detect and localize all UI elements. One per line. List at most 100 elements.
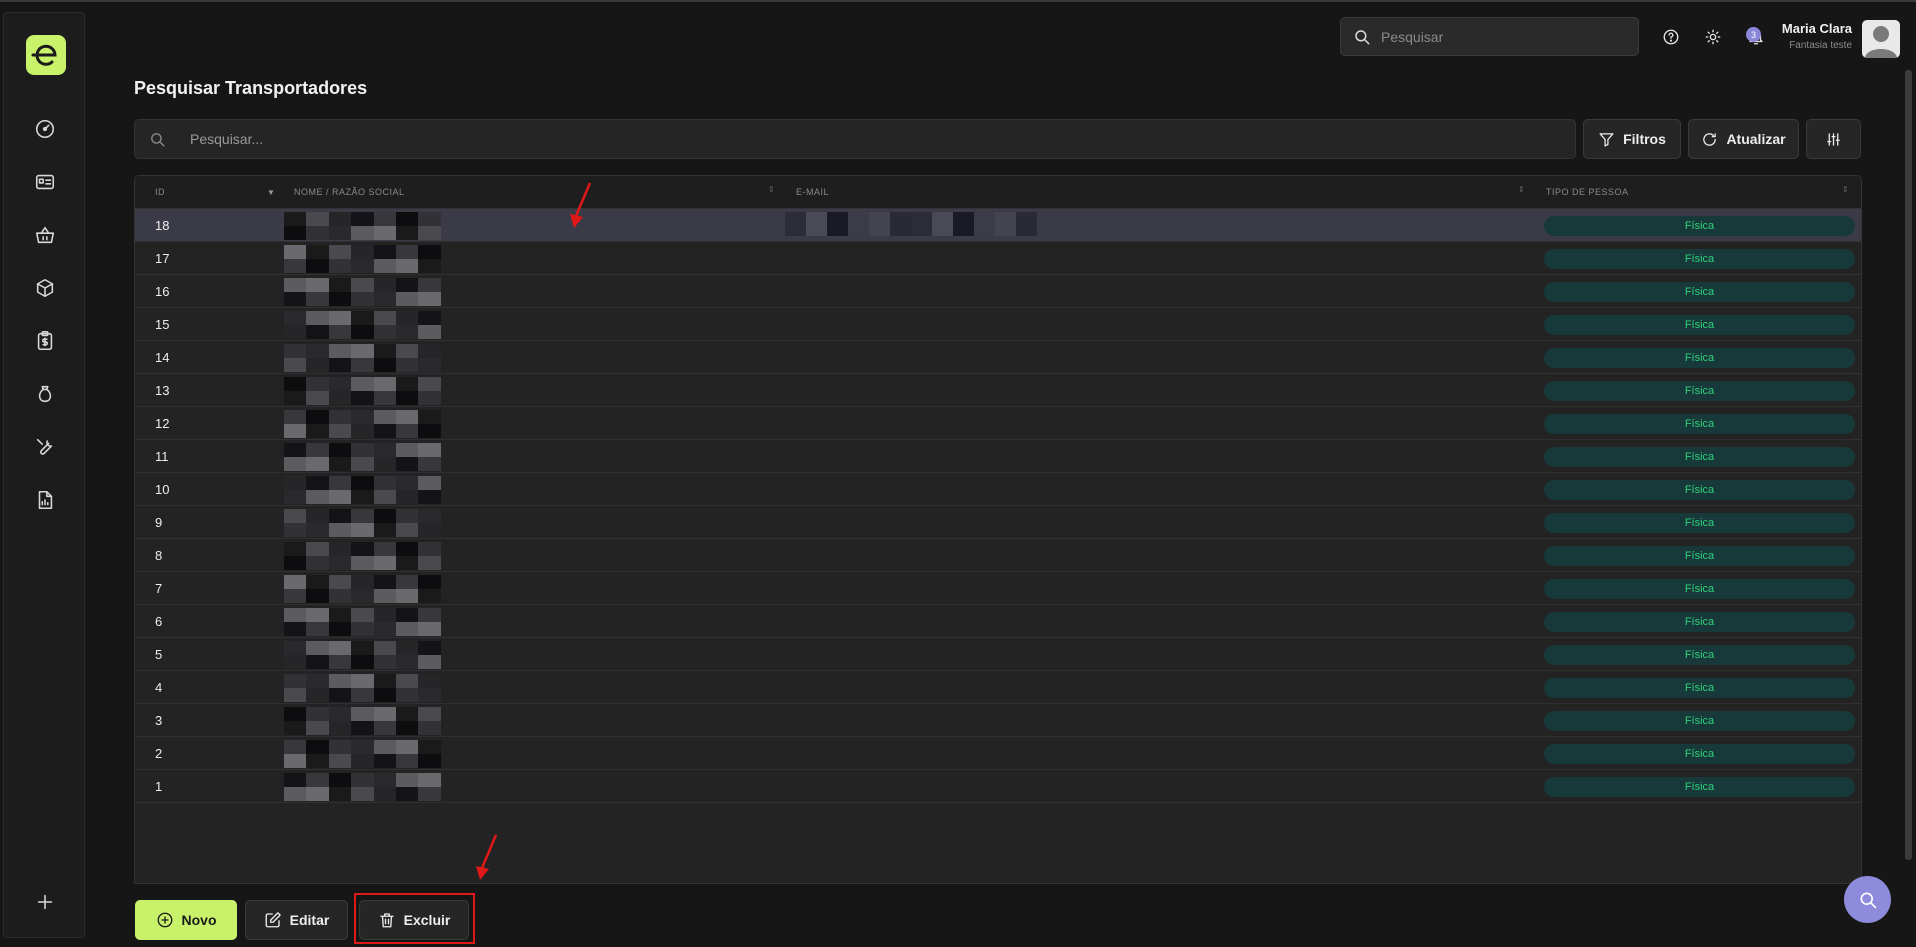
- person-type-badge: Física: [1544, 447, 1855, 467]
- table-row[interactable]: 13 Física: [135, 374, 1861, 407]
- cell-id: 14: [155, 350, 170, 365]
- cell-id: 4: [155, 680, 163, 695]
- avatar[interactable]: [1862, 20, 1900, 58]
- cell-id: 5: [155, 647, 163, 662]
- redacted-name: [284, 278, 442, 306]
- plus-icon[interactable]: [32, 889, 58, 915]
- cell-id: 9: [155, 515, 163, 530]
- redacted-email: [785, 212, 1038, 236]
- cell-id: 15: [155, 317, 170, 332]
- table-row[interactable]: 5 Física: [135, 638, 1861, 671]
- cell-id: 10: [155, 482, 170, 497]
- column-settings-button[interactable]: [1806, 119, 1861, 159]
- cell-id: 3: [155, 713, 163, 728]
- redacted-name: [284, 707, 442, 735]
- table-row[interactable]: 16 Física: [135, 275, 1861, 308]
- annotation-arrow-icon: [476, 834, 498, 880]
- person-type-badge: Física: [1544, 249, 1855, 269]
- money-bag-icon[interactable]: [32, 381, 58, 407]
- dashboard-gauge-icon[interactable]: [32, 116, 58, 142]
- table-row[interactable]: 15 Física: [135, 308, 1861, 341]
- person-type-badge: Física: [1544, 216, 1855, 236]
- redacted-name: [284, 674, 442, 702]
- refresh-icon: [1703, 132, 1717, 146]
- id-card-icon[interactable]: [32, 169, 58, 195]
- sliders-icon: [1827, 132, 1840, 146]
- refresh-label: Atualizar: [1726, 131, 1786, 147]
- table-search-input[interactable]: [190, 131, 1490, 147]
- new-button[interactable]: Novo: [135, 900, 237, 940]
- theme-sun-icon[interactable]: [1702, 26, 1724, 48]
- cell-id: 16: [155, 284, 170, 299]
- column-header-name[interactable]: NOME / RAZÃO SOCIAL: [294, 187, 405, 197]
- global-search[interactable]: [1340, 17, 1639, 56]
- shopping-basket-icon[interactable]: [32, 222, 58, 248]
- refresh-button[interactable]: Atualizar: [1688, 119, 1799, 159]
- cell-id: 12: [155, 416, 170, 431]
- sort-desc-icon[interactable]: ▼: [267, 188, 275, 197]
- cell-id: 1: [155, 779, 163, 794]
- global-search-input[interactable]: [1381, 28, 1621, 45]
- edit-button[interactable]: Editar: [245, 900, 348, 940]
- column-header-email[interactable]: E-MAIL: [796, 187, 829, 197]
- table-row[interactable]: 18 Física: [135, 209, 1861, 242]
- person-type-badge: Física: [1544, 546, 1855, 566]
- person-type-badge: Física: [1544, 315, 1855, 335]
- column-header-person-type[interactable]: TIPO DE PESSOA: [1546, 187, 1629, 197]
- user-avatar-icon: [1865, 26, 1897, 58]
- table-row[interactable]: 17 Física: [135, 242, 1861, 275]
- edit-pencil-icon: [265, 912, 281, 928]
- person-type-badge: Física: [1544, 777, 1855, 797]
- search-icon: [1860, 892, 1876, 908]
- report-file-icon[interactable]: [32, 487, 58, 513]
- page-scrollbar[interactable]: [1905, 70, 1912, 860]
- table-row[interactable]: 12 Física: [135, 407, 1861, 440]
- filters-button[interactable]: Filtros: [1583, 119, 1681, 159]
- table-row[interactable]: 1 Física: [135, 770, 1861, 803]
- redacted-name: [284, 608, 442, 636]
- floating-search-button[interactable]: [1844, 876, 1891, 923]
- redacted-name: [284, 245, 442, 273]
- table-row[interactable]: 6 Física: [135, 605, 1861, 638]
- column-header-id[interactable]: ID: [155, 187, 165, 197]
- sort-toggle-icon[interactable]: ⇕: [1518, 185, 1525, 194]
- redacted-name: [284, 476, 442, 504]
- carriers-table: ID ▼ NOME / RAZÃO SOCIAL ⇕ E-MAIL ⇕ TIPO…: [134, 175, 1862, 884]
- sidebar: [3, 12, 85, 938]
- redacted-name: [284, 773, 442, 801]
- annotation-arrow-icon: [570, 182, 592, 228]
- table-row[interactable]: 10 Física: [135, 473, 1861, 506]
- redacted-name: [284, 212, 442, 240]
- person-type-badge: Física: [1544, 579, 1855, 599]
- user-name[interactable]: Maria Clara: [1782, 21, 1852, 36]
- person-type-badge: Física: [1544, 414, 1855, 434]
- app-logo[interactable]: [26, 35, 66, 75]
- cell-id: 6: [155, 614, 163, 629]
- table-row[interactable]: 7 Física: [135, 572, 1861, 605]
- annotation-highlight-box: [354, 893, 475, 944]
- wrench-icon[interactable]: [32, 434, 58, 460]
- table-row[interactable]: 14 Física: [135, 341, 1861, 374]
- sort-toggle-icon[interactable]: ⇕: [768, 185, 775, 194]
- plus-circle-icon: [157, 912, 172, 928]
- table-header: ID ▼ NOME / RAZÃO SOCIAL ⇕ E-MAIL ⇕ TIPO…: [135, 176, 1861, 209]
- redacted-name: [284, 509, 442, 537]
- table-row[interactable]: 9 Física: [135, 506, 1861, 539]
- table-row[interactable]: 4 Física: [135, 671, 1861, 704]
- box-icon[interactable]: [32, 275, 58, 301]
- person-type-badge: Física: [1544, 513, 1855, 533]
- window-top-border: [0, 0, 1916, 2]
- sort-toggle-icon[interactable]: ⇕: [1842, 185, 1849, 194]
- search-icon: [1355, 29, 1370, 44]
- table-row[interactable]: 3 Física: [135, 704, 1861, 737]
- person-type-badge: Física: [1544, 711, 1855, 731]
- cell-id: 11: [155, 449, 169, 464]
- table-row[interactable]: 2 Física: [135, 737, 1861, 770]
- table-row[interactable]: 8 Física: [135, 539, 1861, 572]
- redacted-name: [284, 344, 442, 372]
- person-type-badge: Física: [1544, 612, 1855, 632]
- help-icon[interactable]: [1660, 26, 1682, 48]
- table-search[interactable]: [134, 119, 1576, 159]
- clipboard-dollar-icon[interactable]: [32, 328, 58, 354]
- table-row[interactable]: 11 Física: [135, 440, 1861, 473]
